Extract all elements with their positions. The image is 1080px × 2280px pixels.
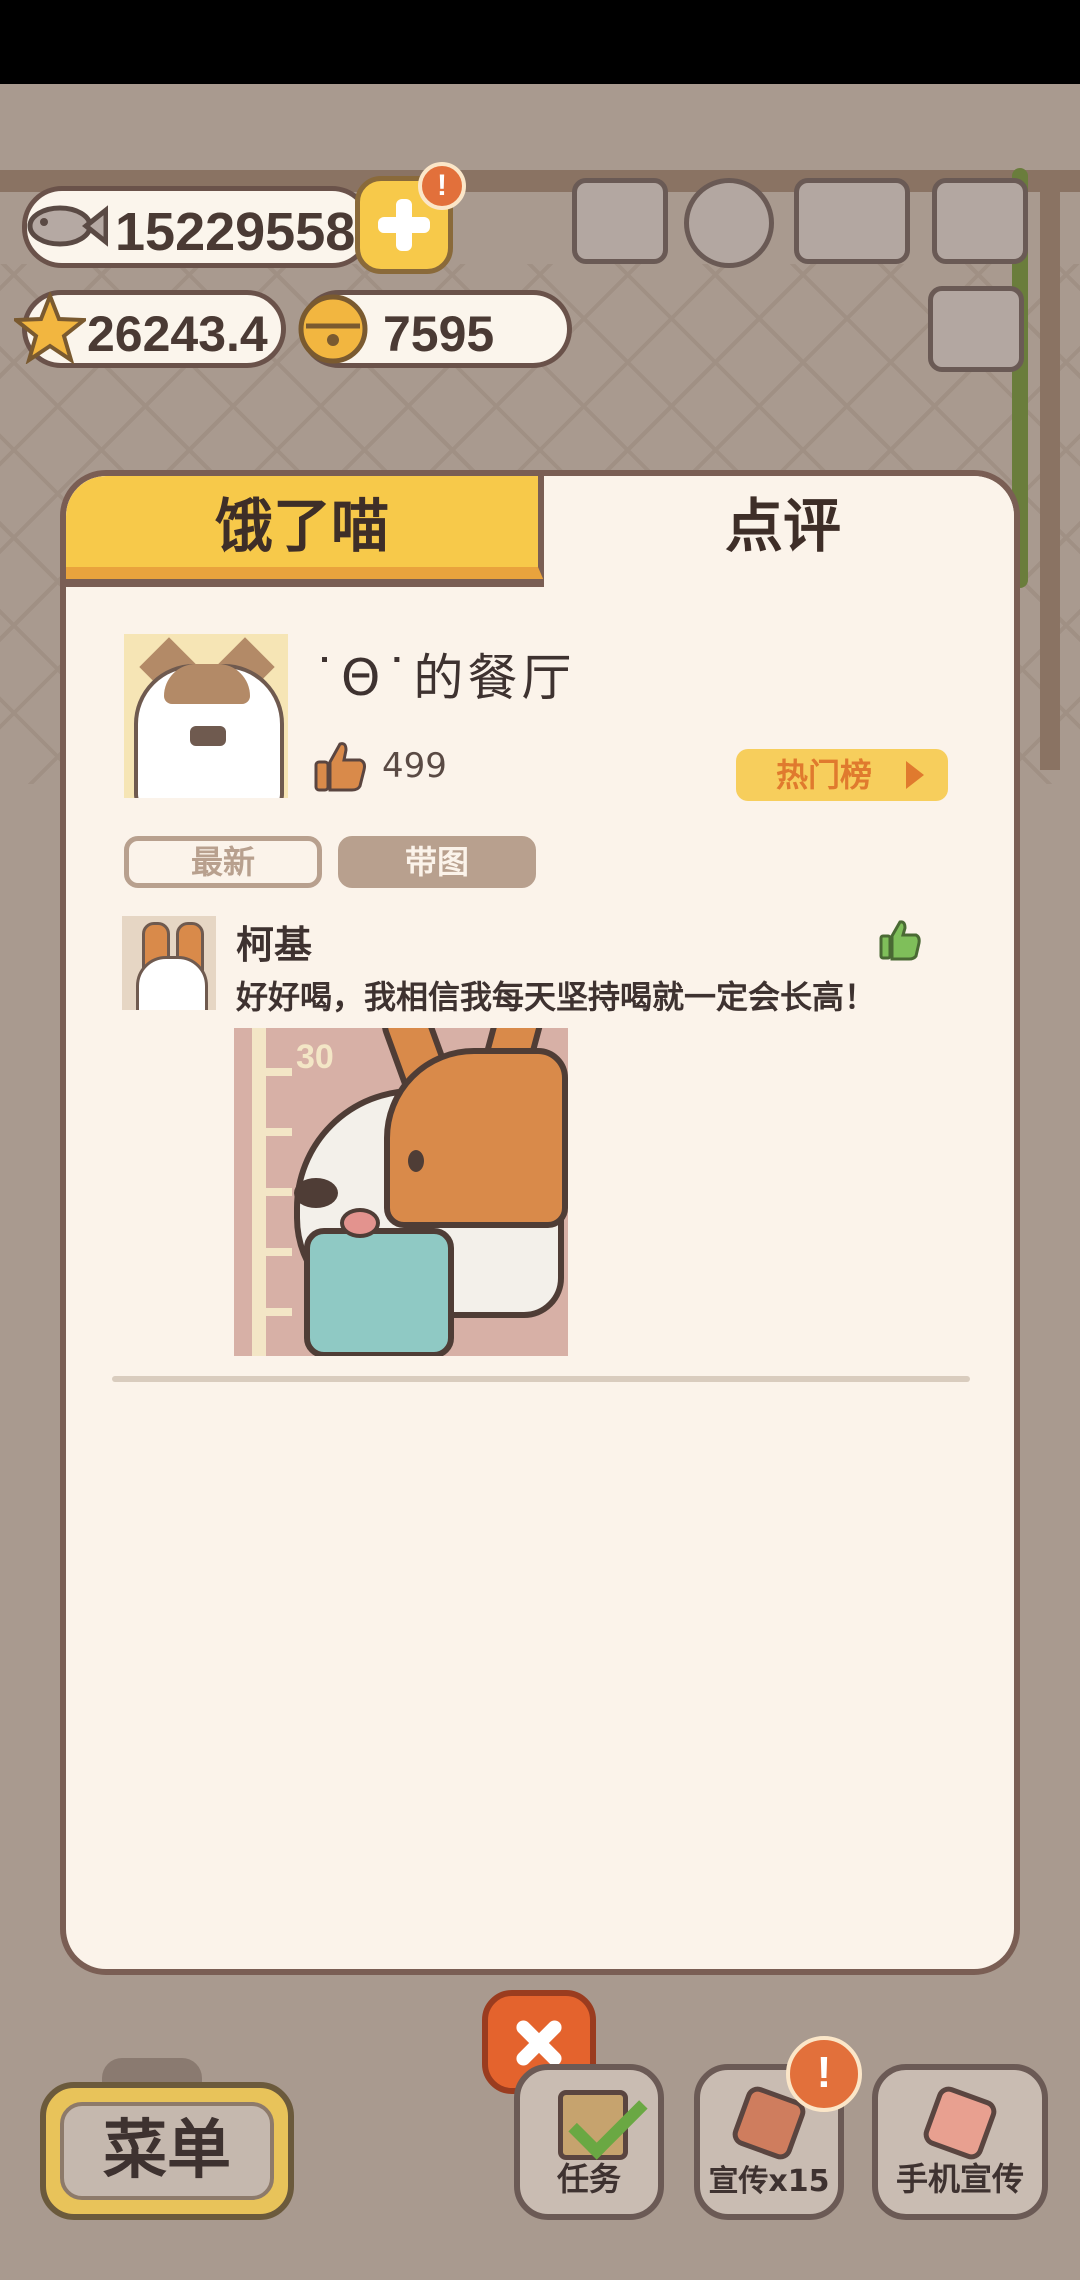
reviewer-avatar [122, 916, 216, 1010]
fish-count: 15229558 [115, 202, 356, 262]
settings-gear-icon[interactable] [684, 178, 774, 268]
promote-label: 宣传x15 [708, 2164, 830, 2199]
phone-promote-icon [920, 2083, 1000, 2163]
ranking-icon[interactable] [572, 178, 668, 264]
review-photo[interactable]: 30 [234, 1028, 568, 1356]
hot-list-label: 热门榜 [776, 756, 873, 794]
add-currency-alert-badge: ! [418, 162, 466, 210]
bell-icon [298, 294, 368, 364]
phone-promote-label: 手机宣传 [895, 2160, 1024, 2198]
restaurant-avatar [124, 634, 288, 798]
tasks-label: 任务 [556, 2160, 621, 2198]
thumbs-up-icon [314, 742, 366, 792]
tasks-button[interactable]: 任务 [514, 2064, 664, 2220]
filter-latest-button[interactable]: 最新 [124, 836, 322, 888]
play-arrow-icon [906, 761, 924, 789]
review-divider [112, 1376, 970, 1382]
recipe-book-icon[interactable] [794, 178, 910, 264]
star-count: 26243.4 [87, 306, 268, 362]
review-like-icon[interactable] [878, 918, 922, 962]
bell-count: 7595 [383, 306, 495, 362]
review-text: 好好喝，我相信我每天坚持喝就一定会长高！ [236, 978, 877, 1016]
ruler-number: 30 [296, 1038, 334, 1076]
tab-hungry-cat[interactable]: 饿了喵 [66, 476, 544, 581]
tab-underline [66, 579, 544, 587]
like-count: 499 [382, 746, 447, 786]
reviewer-name: 柯基 [236, 923, 313, 967]
camera-icon[interactable] [932, 178, 1028, 264]
phone-promote-button[interactable]: 手机宣传 [872, 2064, 1048, 2220]
review-panel: 饿了喵 点评 ˙Θ˙的餐厅 499 热门榜 最新 带图 柯基 好好喝，我相信我每… [60, 470, 1020, 1975]
status-bar [0, 0, 1080, 84]
menu-label: 菜单 [60, 2102, 274, 2200]
filter-with-pictures-button[interactable]: 带图 [338, 836, 536, 888]
hot-list-button[interactable]: 热门榜 [736, 749, 948, 801]
wood-post [1040, 170, 1060, 770]
newspaper-icon[interactable] [928, 286, 1024, 372]
star-icon [14, 292, 86, 364]
menu-button[interactable]: 菜单 [40, 2082, 294, 2220]
fish-icon [27, 205, 108, 247]
tab-reviews[interactable]: 点评 [544, 476, 1014, 581]
restaurant-name: ˙Θ˙的餐厅 [312, 649, 576, 707]
promote-alert-badge: ! [786, 2036, 862, 2112]
